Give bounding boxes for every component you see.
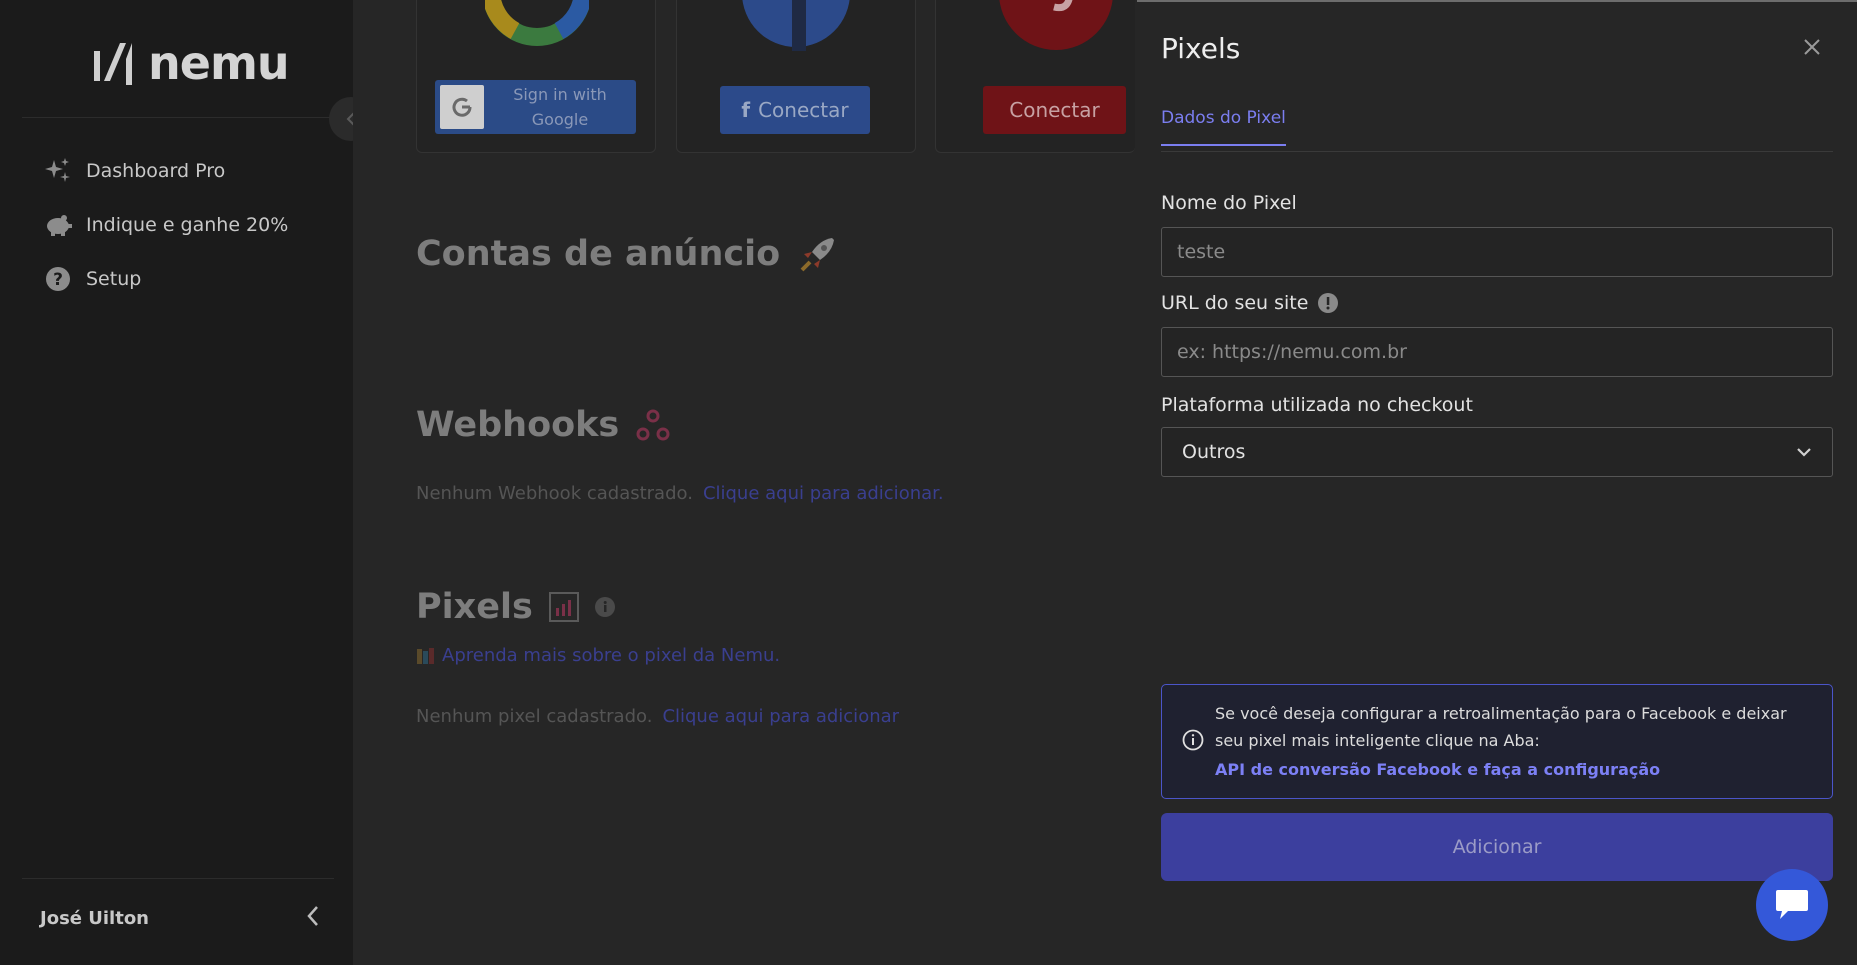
pixels-empty: Nenhum pixel cadastrado. Clique aqui par… xyxy=(416,706,899,727)
pinterest-logo-icon xyxy=(999,0,1113,50)
platform-label: Plataforma utilizada no checkout xyxy=(1161,394,1473,416)
bar-chart-icon xyxy=(548,592,579,622)
pinterest-connect-label: Conectar xyxy=(1009,98,1100,122)
books-icon xyxy=(417,647,434,664)
add-pixel-label: Adicionar xyxy=(1452,836,1542,858)
webhooks-empty-text: Nenhum Webhook cadastrado. xyxy=(416,483,693,504)
svg-text:?: ? xyxy=(53,270,63,290)
google-signin-label: Sign in with Google xyxy=(513,85,607,129)
url-input[interactable]: ex: https://nemu.com.br xyxy=(1161,327,1833,377)
close-button[interactable] xyxy=(1797,32,1827,62)
chat-support-button[interactable] xyxy=(1756,869,1828,941)
info-icon[interactable] xyxy=(1318,293,1339,313)
sidebar: nemu Dashboard Pro Indique e ganhe 20% ?… xyxy=(0,0,353,965)
pixels-add-link[interactable]: Clique aqui para adicionar xyxy=(662,706,899,727)
rocket-icon xyxy=(800,238,835,272)
ad-accounts-heading: Contas de anúncio xyxy=(416,232,840,276)
webhooks-title: Webhooks xyxy=(416,405,620,445)
user-name: José Uilton xyxy=(40,908,149,929)
chat-bubble-icon xyxy=(1776,890,1808,919)
url-placeholder: ex: https://nemu.com.br xyxy=(1177,341,1407,363)
facebook-connect-label: Conectar xyxy=(758,98,849,122)
platform-selected-value: Outros xyxy=(1182,441,1246,463)
conversion-api-link[interactable]: API de conversão Facebook e faça a confi… xyxy=(1215,760,1660,779)
sparkles-icon xyxy=(44,157,72,185)
drawer-title: Pixels xyxy=(1161,32,1241,65)
facebook-connect-button[interactable]: f Conectar xyxy=(720,86,870,134)
chevron-left-icon[interactable] xyxy=(306,905,320,932)
pixels-empty-text: Nenhum pixel cadastrado. xyxy=(416,706,653,727)
url-label: URL do seu site xyxy=(1161,292,1339,314)
platform-label-text: Plataforma utilizada no checkout xyxy=(1161,394,1473,416)
logo-mark-icon xyxy=(94,43,132,85)
user-footer[interactable]: José Uilton xyxy=(40,905,320,932)
pixel-name-input[interactable]: teste xyxy=(1161,227,1833,277)
question-circle-icon: ? xyxy=(44,265,72,293)
sidebar-footer-divider xyxy=(22,878,334,879)
webhooks-empty: Nenhum Webhook cadastrado. Clique aqui p… xyxy=(416,483,944,504)
pixels-title: Pixels xyxy=(416,587,533,627)
sidebar-item-referral[interactable]: Indique e ganhe 20% xyxy=(44,198,288,252)
brand-name: nemu xyxy=(148,36,290,90)
info-circle-icon xyxy=(1182,729,1204,751)
pixel-name-label-text: Nome do Pixel xyxy=(1161,192,1297,214)
close-icon xyxy=(1804,39,1820,55)
info-icon[interactable] xyxy=(594,597,615,617)
webhooks-add-link[interactable]: Clique aqui para adicionar. xyxy=(703,483,944,504)
pinterest-connect-button[interactable]: Conectar xyxy=(983,86,1126,134)
webhook-icon xyxy=(636,409,670,441)
google-logo-icon xyxy=(485,0,589,46)
sidebar-item-label: Dashboard Pro xyxy=(86,160,226,182)
pixel-drawer: Pixels Dados do Pixel Nome do Pixel test… xyxy=(1137,0,1857,965)
sidebar-item-dashboard-pro[interactable]: Dashboard Pro xyxy=(44,144,288,198)
facebook-api-alert: Se você deseja configurar a retroaliment… xyxy=(1161,684,1833,799)
facebook-logo-icon xyxy=(742,0,850,51)
url-label-text: URL do seu site xyxy=(1161,292,1309,314)
pixels-learn-link[interactable]: Aprenda mais sobre o pixel da Nemu. xyxy=(442,645,780,666)
pixels-heading: Pixels xyxy=(416,587,615,627)
tab-pixel-data[interactable]: Dados do Pixel xyxy=(1161,108,1286,146)
alert-text: Se você deseja configurar a retroaliment… xyxy=(1215,704,1787,750)
chevron-down-icon xyxy=(1797,448,1811,457)
pixels-learn-more[interactable]: Aprenda mais sobre o pixel da Nemu. xyxy=(416,645,780,666)
add-pixel-button[interactable]: Adicionar xyxy=(1161,813,1833,881)
facebook-f-icon: f xyxy=(741,98,751,122)
pixel-name-label: Nome do Pixel xyxy=(1161,192,1297,214)
sidebar-divider xyxy=(22,117,334,118)
ad-accounts-title: Contas de anúncio xyxy=(416,234,781,274)
brand-logo[interactable]: nemu xyxy=(90,36,290,90)
sidebar-nav: Dashboard Pro Indique e ganhe 20% ? Setu… xyxy=(44,144,288,306)
google-signin-button[interactable]: Sign in with Google xyxy=(435,80,636,134)
platform-select[interactable]: Outros xyxy=(1161,427,1833,477)
piggy-bank-icon xyxy=(44,211,72,239)
google-g-icon xyxy=(440,85,484,129)
sidebar-item-label: Indique e ganhe 20% xyxy=(86,214,289,236)
pixel-name-value: teste xyxy=(1177,241,1226,263)
drawer-tabs: Dados do Pixel xyxy=(1161,102,1833,152)
webhooks-heading: Webhooks xyxy=(416,405,671,445)
sidebar-item-label: Setup xyxy=(86,268,142,290)
sidebar-item-setup[interactable]: ? Setup xyxy=(44,252,288,306)
